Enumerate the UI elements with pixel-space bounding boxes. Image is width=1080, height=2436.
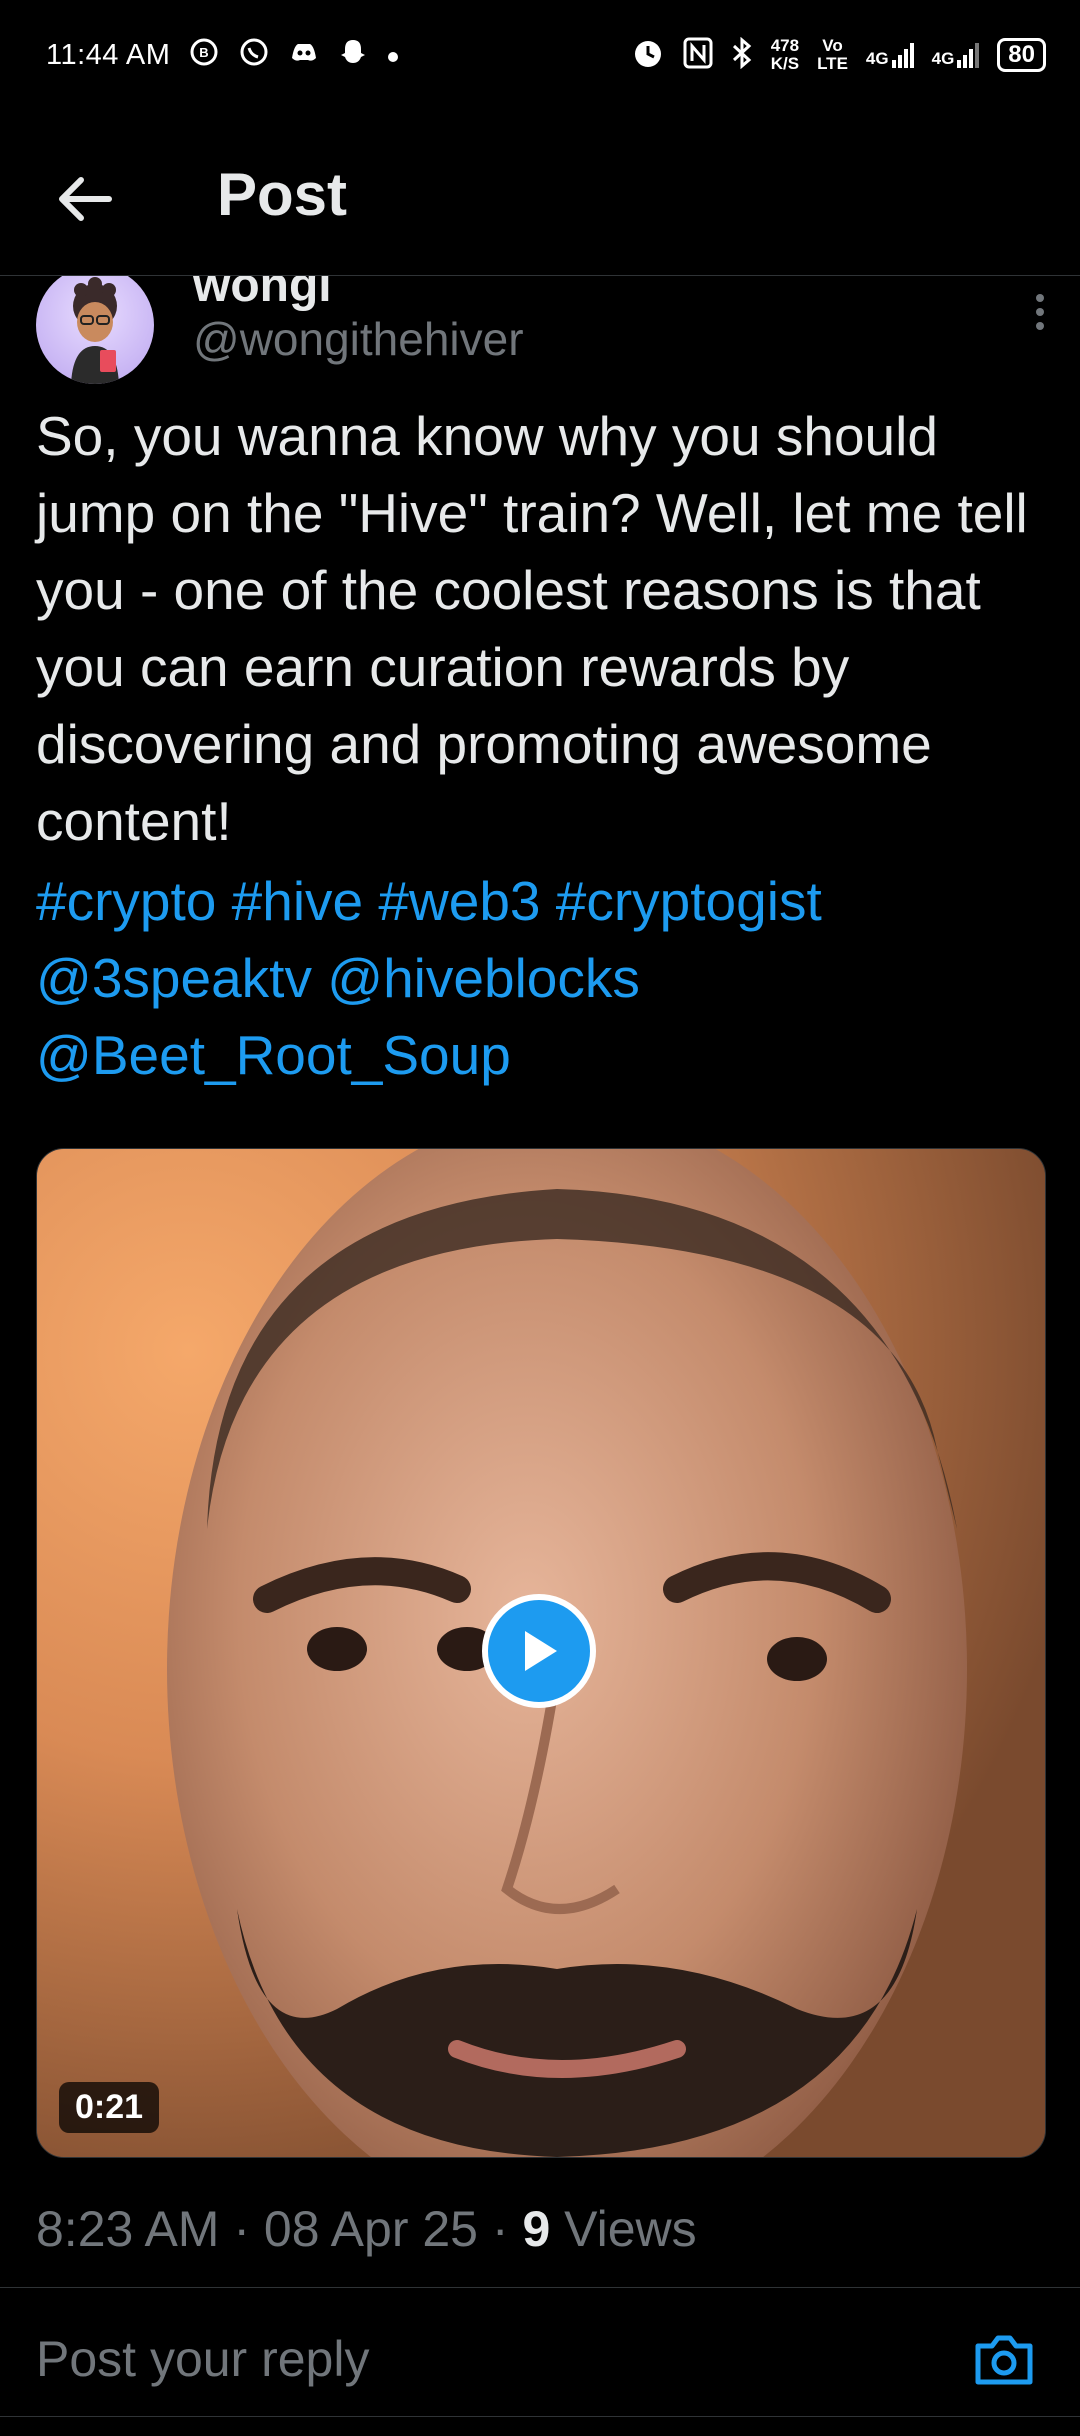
alarm-icon [631, 36, 665, 75]
camera-button[interactable] [972, 2328, 1036, 2392]
mention-link[interactable]: @3speaktv [36, 947, 312, 1009]
mention-link[interactable]: @hiveblocks [327, 947, 640, 1009]
meta-separator: · [491, 2201, 509, 2257]
battery-indicator: 80 [997, 38, 1046, 72]
volte-indicator: Vo LTE [817, 37, 848, 73]
signal-1-label: 4G [865, 49, 889, 68]
signal-bars-icon [957, 43, 980, 68]
post-text: So, you wanna know why you should jump o… [36, 405, 1028, 852]
post-date: 08 Apr 25 [263, 2201, 478, 2257]
network-speed-unit: K/S [770, 54, 800, 73]
page-title: Post [217, 161, 348, 228]
app-header: Post [0, 140, 1080, 276]
post-time: 8:23 AM [36, 2201, 220, 2257]
notification-dot-icon [386, 40, 400, 70]
hashtag-link[interactable]: #web3 [378, 870, 540, 932]
signal-2-label: 4G [931, 49, 955, 68]
divider [0, 2416, 1080, 2417]
svg-text:B: B [200, 45, 209, 60]
network-speed-value: 478 [770, 36, 800, 55]
mention-link[interactable]: @Beet_Root_Soup [36, 1024, 511, 1086]
discord-icon [288, 38, 320, 72]
status-right: 478 K/S Vo LTE 4G 4G 80 [631, 36, 1046, 75]
author-name[interactable]: wongi [193, 276, 332, 313]
divider [0, 2287, 1080, 2288]
network-speed: 478 K/S [771, 37, 799, 73]
more-dot-icon [1036, 322, 1044, 330]
author-row: wongi @wongithehiver [0, 276, 1080, 386]
whatsapp-business-icon: B [188, 36, 220, 74]
views-label[interactable]: Views [564, 2201, 696, 2257]
reply-input[interactable]: Post your reply [36, 2330, 369, 2388]
more-dot-icon [1036, 308, 1044, 316]
status-time: 11:44 AM [46, 38, 171, 71]
post-tags: #crypto #hive #web3 #cryptogist @3speakt… [36, 863, 1056, 1094]
snapchat-icon [338, 37, 368, 73]
video-duration: 0:21 [59, 2082, 160, 2133]
back-button[interactable] [52, 166, 118, 232]
camera-icon [975, 2335, 1033, 2385]
more-dot-icon [1036, 294, 1044, 302]
avatar[interactable] [36, 276, 154, 384]
meta-separator: · [233, 2201, 251, 2257]
avatar-illustration [71, 277, 119, 384]
hashtag-link[interactable]: #cryptogist [556, 870, 822, 932]
hashtag-link[interactable]: #hive [232, 870, 363, 932]
post-meta: 8:23 AM · 08 Apr 25 · 9 Views [36, 2200, 697, 2258]
status-bar: 11:44 AM B 478 K/S Vo LTE 4G 4G 80 [0, 0, 1080, 110]
signal-2: 4G [932, 42, 980, 68]
author-handle[interactable]: @wongithehiver [193, 312, 524, 366]
video-player[interactable]: 0:21 [36, 1148, 1046, 2158]
nfc-icon [683, 37, 713, 74]
play-icon [525, 1631, 557, 1671]
views-count: 9 [522, 2201, 551, 2257]
status-left: 11:44 AM B [46, 36, 400, 74]
arrow-left-icon [59, 177, 112, 221]
hashtag-link[interactable]: #crypto [36, 870, 216, 932]
signal-bars-icon [891, 43, 914, 68]
more-options-button[interactable] [1020, 282, 1060, 342]
bluetooth-icon [731, 36, 753, 74]
volte-top: Vo [822, 36, 843, 55]
signal-1: 4G [866, 42, 914, 68]
play-button[interactable] [482, 1594, 596, 1708]
whatsapp-icon [238, 36, 270, 74]
volte-bottom: LTE [817, 54, 848, 73]
